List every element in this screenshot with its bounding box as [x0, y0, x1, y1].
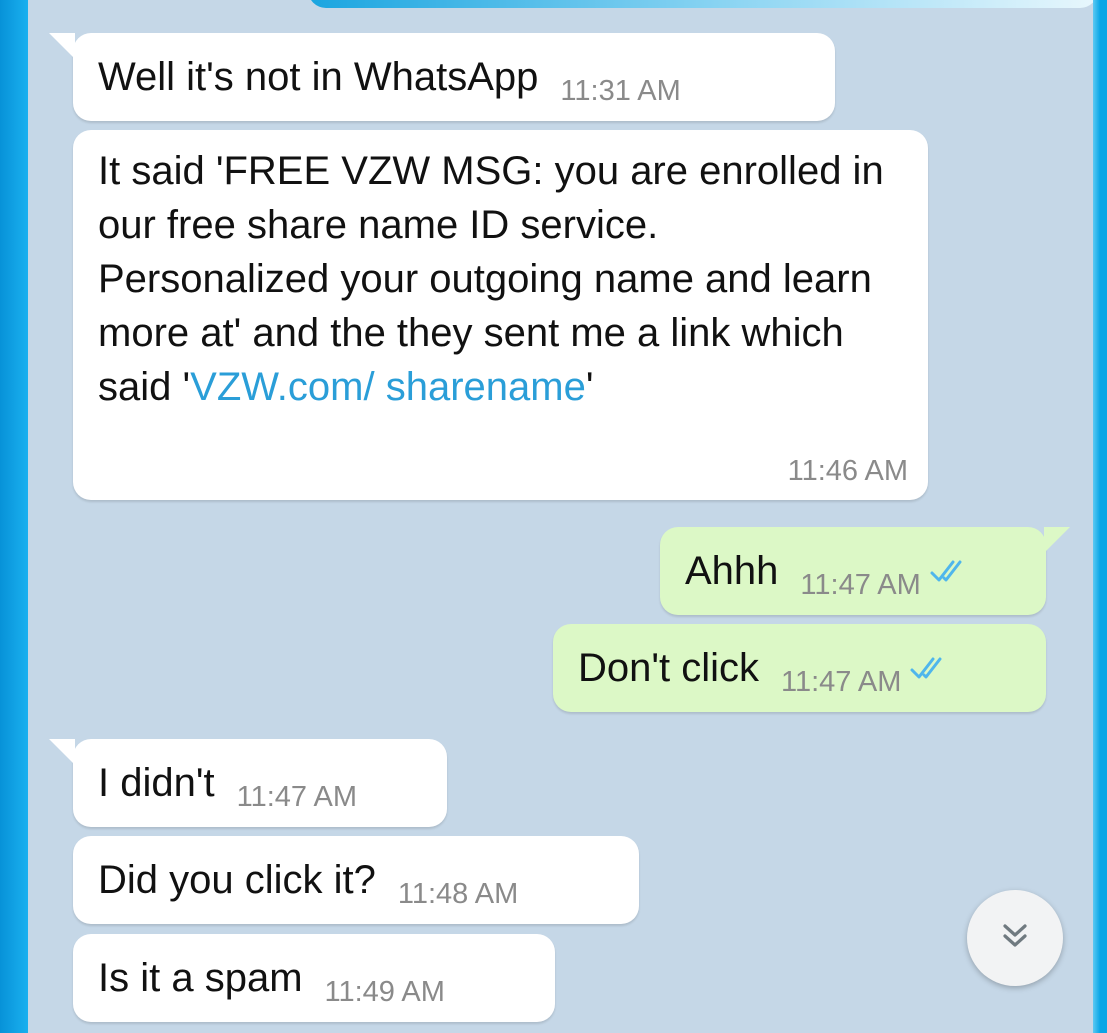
message-time: 11:47 AM — [236, 781, 357, 813]
message-link[interactable]: VZW.com/ sharename — [190, 365, 586, 409]
incoming-message[interactable]: Well it's not in WhatsApp 11:31 AM — [49, 33, 835, 121]
right-edge — [1093, 0, 1100, 1033]
outgoing-message[interactable]: Ahhh 11:47 AM — [660, 527, 1070, 615]
message-time: 11:47 AM — [800, 569, 921, 601]
incoming-message[interactable]: Is it a spam 11:49 AM — [73, 934, 555, 1022]
left-edge — [0, 0, 28, 1033]
message-text: Is it a spam — [98, 956, 303, 1000]
message-text: Did you click it? — [98, 858, 376, 902]
message-text: It said 'FREE VZW MSG: you are enrolled … — [98, 149, 895, 409]
incoming-message[interactable]: Did you click it? 11:48 AM — [73, 836, 639, 924]
message-time: 11:31 AM — [560, 75, 681, 107]
double-check-icon — [909, 643, 949, 697]
outgoing-message[interactable]: Don't click 11:47 AM — [553, 624, 1046, 712]
double-chevron-down-icon — [998, 919, 1032, 958]
double-check-icon — [929, 546, 969, 600]
top-edge — [308, 0, 1098, 8]
incoming-message[interactable]: I didn't 11:47 AM — [49, 739, 447, 827]
message-time: 11:47 AM — [781, 666, 902, 698]
message-text: Well it's not in WhatsApp — [98, 55, 539, 99]
incoming-message[interactable]: It said 'FREE VZW MSG: you are enrolled … — [73, 130, 928, 500]
message-text: I didn't — [98, 761, 215, 805]
message-time: 11:48 AM — [397, 878, 519, 910]
message-time: 11:49 AM — [324, 976, 445, 1008]
scroll-to-bottom-button[interactable] — [967, 890, 1063, 986]
message-text: Ahhh — [685, 549, 779, 593]
message-time: 11:46 AM — [787, 455, 908, 487]
message-text: Don't click — [578, 646, 760, 690]
